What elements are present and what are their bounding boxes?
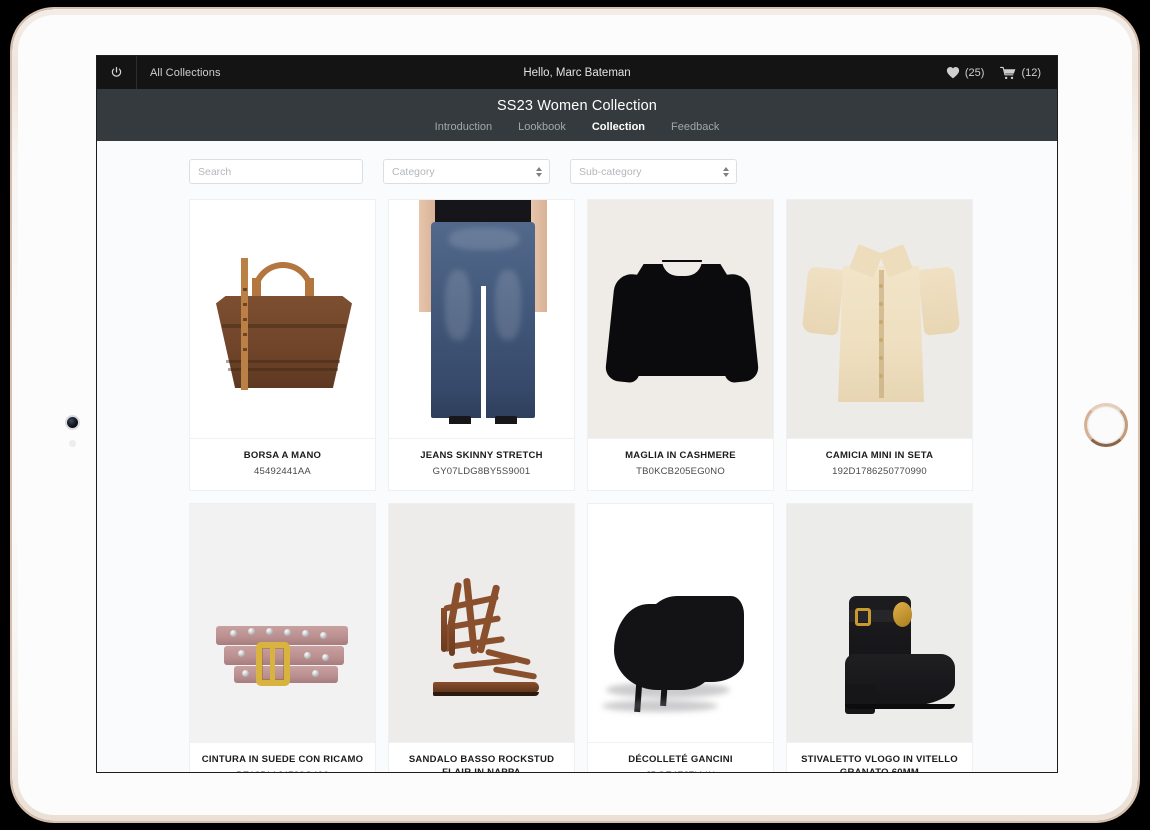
- app-screen: All Collections Hello, Marc Bateman (25): [96, 55, 1058, 773]
- product-caption: BORSA A MANO 45492441AA: [190, 438, 375, 490]
- heart-icon: [946, 66, 959, 79]
- product-sku: JDOE4FJFI44N: [596, 770, 765, 772]
- product-name: SANDALO BASSO ROCKSTUD FLAIR IN NAPPA: [408, 753, 555, 773]
- product-card[interactable]: SANDALO BASSO ROCKSTUD FLAIR IN NAPPA TW…: [388, 502, 575, 773]
- front-camera-icon: [67, 417, 78, 428]
- product-caption: JEANS SKINNY STRETCH GY07LDG8BY5S9001: [389, 438, 574, 490]
- product-caption: CAMICIA MINI IN SETA 192D1786250770990: [787, 438, 972, 490]
- collection-title: SS23 Women Collection: [496, 97, 658, 114]
- product-image: [787, 200, 972, 438]
- wishlist-count: (25): [964, 66, 985, 79]
- pumps-illustration: [588, 504, 773, 742]
- tab-introduction[interactable]: Introduction: [435, 121, 492, 133]
- user-greeting: Hello, Marc Bateman: [523, 66, 631, 79]
- product-image: [588, 503, 773, 742]
- product-sku: 45492441AA: [254, 465, 311, 477]
- product-sku: TB0KCB205EG0NO: [636, 465, 725, 477]
- product-image: [190, 503, 375, 742]
- product-name: DÉCOLLETÉ GANCINI: [628, 753, 733, 765]
- power-icon: [111, 66, 122, 77]
- cart-count: (12): [1021, 66, 1041, 79]
- product-caption: DÉCOLLETÉ GANCINI JDOE4FJFI44N: [588, 741, 773, 772]
- product-caption: STIVALETTO VLOGO IN VITELLO GRANATO 60MM…: [787, 741, 972, 773]
- handbag-illustration: [190, 200, 375, 438]
- chevron-updown-icon: [536, 166, 542, 177]
- power-button[interactable]: [97, 56, 137, 89]
- product-image: [190, 200, 375, 438]
- product-image: [389, 200, 574, 438]
- product-sku: BE1351AJ4788G426: [198, 770, 367, 772]
- home-button[interactable]: [1084, 403, 1128, 447]
- product-image: [588, 200, 773, 438]
- category-placeholder: Category: [392, 165, 435, 178]
- screenshot-stage: All Collections Hello, Marc Bateman (25): [0, 0, 1150, 830]
- product-name: BORSA A MANO: [243, 450, 322, 461]
- filter-bar: Search Category Sub-category: [97, 141, 1057, 199]
- product-name: CINTURA IN SUEDE CON RICAMO: [201, 753, 364, 765]
- product-image: [787, 503, 972, 742]
- subcategory-placeholder: Sub-category: [579, 165, 642, 178]
- main-content: Search Category Sub-category BORSA A MAN…: [97, 141, 1057, 773]
- category-select[interactable]: Category: [383, 159, 550, 184]
- all-collections-link[interactable]: All Collections: [137, 67, 221, 79]
- wishlist-button[interactable]: (25): [946, 66, 985, 79]
- product-image: [389, 503, 574, 742]
- product-card[interactable]: CAMICIA MINI IN SETA 192D1786250770990: [786, 199, 973, 491]
- product-name: STIVALETTO VLOGO IN VITELLO GRANATO 60MM: [801, 753, 958, 773]
- search-placeholder: Search: [198, 165, 232, 178]
- product-card[interactable]: BORSA A MANO 45492441AA: [189, 199, 376, 491]
- product-card[interactable]: STIVALETTO VLOGO IN VITELLO GRANATO 60MM…: [786, 502, 973, 773]
- product-caption: CINTURA IN SUEDE CON RICAMO BE1351AJ4788…: [190, 741, 375, 772]
- ambient-light-sensor-icon: [69, 440, 76, 447]
- product-caption: MAGLIA IN CASHMERE TB0KCB205EG0NO: [588, 438, 773, 490]
- tab-feedback[interactable]: Feedback: [671, 121, 719, 133]
- ankle-boot-illustration: [787, 504, 972, 742]
- product-sku: 192D1786250770990: [832, 465, 927, 477]
- cart-icon: [1000, 66, 1016, 79]
- sweater-illustration: [588, 200, 773, 438]
- product-grid: BORSA A MANO 45492441AA JEANS SKINNY STR…: [97, 199, 1057, 773]
- product-sku: GY07LDG8BY5S9001: [432, 465, 531, 477]
- tab-collection[interactable]: Collection: [592, 121, 645, 133]
- product-card[interactable]: JEANS SKINNY STRETCH GY07LDG8BY5S9001: [388, 199, 575, 491]
- top-navigation-bar: All Collections Hello, Marc Bateman (25): [97, 56, 1057, 89]
- product-name: CAMICIA MINI IN SETA: [825, 450, 934, 461]
- collection-tabs: Introduction Lookbook Collection Feedbac…: [435, 121, 720, 133]
- belt-illustration: [190, 504, 375, 742]
- jeans-illustration: [389, 200, 574, 438]
- product-card[interactable]: CINTURA IN SUEDE CON RICAMO BE1351AJ4788…: [189, 502, 376, 772]
- subcategory-select[interactable]: Sub-category: [570, 159, 737, 184]
- tab-lookbook[interactable]: Lookbook: [518, 121, 566, 133]
- collection-header: SS23 Women Collection Introduction Lookb…: [97, 89, 1057, 141]
- topbar-actions: (25) (12): [946, 66, 1057, 80]
- product-caption: SANDALO BASSO ROCKSTUD FLAIR IN NAPPA TW…: [389, 741, 574, 773]
- product-name: MAGLIA IN CASHMERE: [625, 450, 736, 461]
- product-card[interactable]: DÉCOLLETÉ GANCINI JDOE4FJFI44N: [587, 502, 774, 772]
- chevron-updown-icon: [723, 166, 729, 177]
- product-card[interactable]: MAGLIA IN CASHMERE TB0KCB205EG0NO: [587, 199, 774, 491]
- product-name: JEANS SKINNY STRETCH: [420, 450, 543, 461]
- shirt-illustration: [787, 200, 972, 438]
- cart-button[interactable]: (12): [1000, 66, 1041, 80]
- sandal-illustration: [389, 504, 574, 742]
- search-input[interactable]: Search: [189, 159, 363, 184]
